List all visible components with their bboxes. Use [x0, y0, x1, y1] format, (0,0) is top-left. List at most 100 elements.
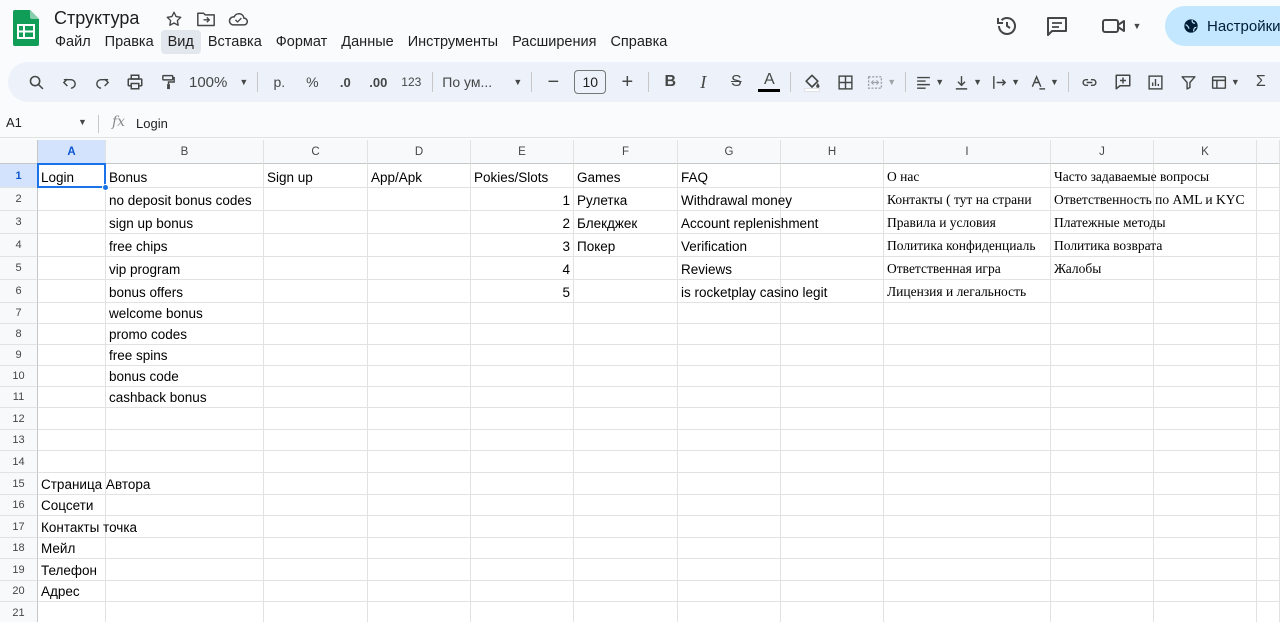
- grid-cell[interactable]: [1257, 387, 1280, 408]
- cell-k20[interactable]: [1154, 581, 1257, 602]
- cell-b12[interactable]: [106, 408, 264, 430]
- row-header-19[interactable]: 19: [0, 559, 38, 581]
- cell-h11[interactable]: [781, 387, 884, 408]
- grid-cell[interactable]: [1257, 280, 1280, 303]
- cell-f21[interactable]: [574, 602, 678, 622]
- cell-c9[interactable]: [264, 345, 368, 366]
- column-header-c[interactable]: C: [264, 140, 368, 164]
- cell-c13[interactable]: [264, 430, 368, 451]
- percent-format-button[interactable]: %: [300, 68, 324, 96]
- cell-i14[interactable]: [884, 451, 1051, 473]
- cell-a6[interactable]: [38, 280, 106, 303]
- cell-d9[interactable]: [368, 345, 471, 366]
- cell-f11[interactable]: [574, 387, 678, 408]
- cell-b9[interactable]: free spins: [106, 345, 264, 366]
- fill-color-icon[interactable]: [800, 68, 824, 96]
- cell-e14[interactable]: [471, 451, 574, 473]
- cell-b2[interactable]: no deposit bonus codes: [106, 188, 264, 211]
- cell-g20[interactable]: [678, 581, 781, 602]
- cell-e10[interactable]: [471, 366, 574, 387]
- menu-data[interactable]: Данные: [334, 30, 400, 54]
- column-header-k[interactable]: K: [1154, 140, 1257, 164]
- cell-g14[interactable]: [678, 451, 781, 473]
- cell-f5[interactable]: [574, 257, 678, 280]
- row-header-13[interactable]: 13: [0, 430, 38, 451]
- cell-d19[interactable]: [368, 559, 471, 581]
- cell-e11[interactable]: [471, 387, 574, 408]
- cell-b4[interactable]: free chips: [106, 234, 264, 257]
- cell-j13[interactable]: [1051, 430, 1154, 451]
- cell-j20[interactable]: [1051, 581, 1154, 602]
- grid-cell[interactable]: [1257, 451, 1280, 473]
- cell-e19[interactable]: [471, 559, 574, 581]
- cell-j8[interactable]: [1051, 324, 1154, 345]
- insert-chart-icon[interactable]: [1144, 68, 1168, 96]
- row-header-7[interactable]: 7: [0, 303, 38, 324]
- row-header-17[interactable]: 17: [0, 516, 38, 538]
- column-header-j[interactable]: J: [1051, 140, 1154, 164]
- cell-d18[interactable]: [368, 538, 471, 559]
- cell-j2[interactable]: Ответственность по AML и KYC: [1051, 188, 1244, 211]
- cell-d21[interactable]: [368, 602, 471, 622]
- row-header-11[interactable]: 11: [0, 387, 38, 408]
- cell-h9[interactable]: [781, 345, 884, 366]
- cell-f6[interactable]: [574, 280, 678, 303]
- cell-d6[interactable]: [368, 280, 471, 303]
- cell-f17[interactable]: [574, 516, 678, 538]
- cell-e2[interactable]: 1: [471, 188, 574, 211]
- cell-j5[interactable]: Жалобы: [1051, 257, 1154, 280]
- cell-d8[interactable]: [368, 324, 471, 345]
- cell-a12[interactable]: [38, 408, 106, 430]
- cell-k9[interactable]: [1154, 345, 1257, 366]
- cell-e7[interactable]: [471, 303, 574, 324]
- column-header-a[interactable]: A: [38, 140, 106, 164]
- cell-h1[interactable]: [781, 164, 884, 188]
- cell-d10[interactable]: [368, 366, 471, 387]
- cell-g7[interactable]: [678, 303, 781, 324]
- fill-handle[interactable]: [102, 184, 109, 191]
- cell-b7[interactable]: welcome bonus: [106, 303, 264, 324]
- cell-g10[interactable]: [678, 366, 781, 387]
- undo-icon[interactable]: [57, 68, 81, 96]
- cell-a5[interactable]: [38, 257, 106, 280]
- cell-h17[interactable]: [781, 516, 884, 538]
- cell-k5[interactable]: [1154, 257, 1257, 280]
- cell-k10[interactable]: [1154, 366, 1257, 387]
- menu-edit[interactable]: Правка: [98, 30, 161, 54]
- grid-cell[interactable]: [1257, 473, 1280, 495]
- cell-i18[interactable]: [884, 538, 1051, 559]
- cell-k17[interactable]: [1154, 516, 1257, 538]
- cell-k16[interactable]: [1154, 495, 1257, 516]
- cell-e16[interactable]: [471, 495, 574, 516]
- cell-i2[interactable]: Контакты ( тут на страни: [884, 188, 1051, 211]
- cell-d20[interactable]: [368, 581, 471, 602]
- cell-c18[interactable]: [264, 538, 368, 559]
- merge-cells-icon[interactable]: ▼: [866, 68, 896, 96]
- cell-g8[interactable]: [678, 324, 781, 345]
- cell-a21[interactable]: [38, 602, 106, 622]
- cell-a16[interactable]: Соцсети: [38, 495, 106, 516]
- meet-video-icon[interactable]: ▼: [1098, 8, 1144, 44]
- cell-j15[interactable]: [1051, 473, 1154, 495]
- menu-insert[interactable]: Вставка: [201, 30, 269, 54]
- cell-g1[interactable]: FAQ: [678, 164, 781, 188]
- cell-h5[interactable]: [781, 257, 884, 280]
- cell-h18[interactable]: [781, 538, 884, 559]
- font-size-field[interactable]: 10: [574, 68, 607, 96]
- paint-format-icon[interactable]: [156, 68, 180, 96]
- cell-d1[interactable]: App/Apk: [368, 164, 471, 188]
- cell-k6[interactable]: [1154, 280, 1257, 303]
- column-header-d[interactable]: D: [368, 140, 471, 164]
- row-header-9[interactable]: 9: [0, 345, 38, 366]
- increase-decimal-button[interactable]: .00: [366, 68, 390, 96]
- cell-h14[interactable]: [781, 451, 884, 473]
- grid-cell[interactable]: [1257, 538, 1280, 559]
- cell-d4[interactable]: [368, 234, 471, 257]
- cell-d14[interactable]: [368, 451, 471, 473]
- cell-d13[interactable]: [368, 430, 471, 451]
- cell-f4[interactable]: Покер: [574, 234, 678, 257]
- cell-b16[interactable]: [106, 495, 264, 516]
- menu-tools[interactable]: Инструменты: [401, 30, 505, 54]
- cell-j10[interactable]: [1051, 366, 1154, 387]
- cell-h7[interactable]: [781, 303, 884, 324]
